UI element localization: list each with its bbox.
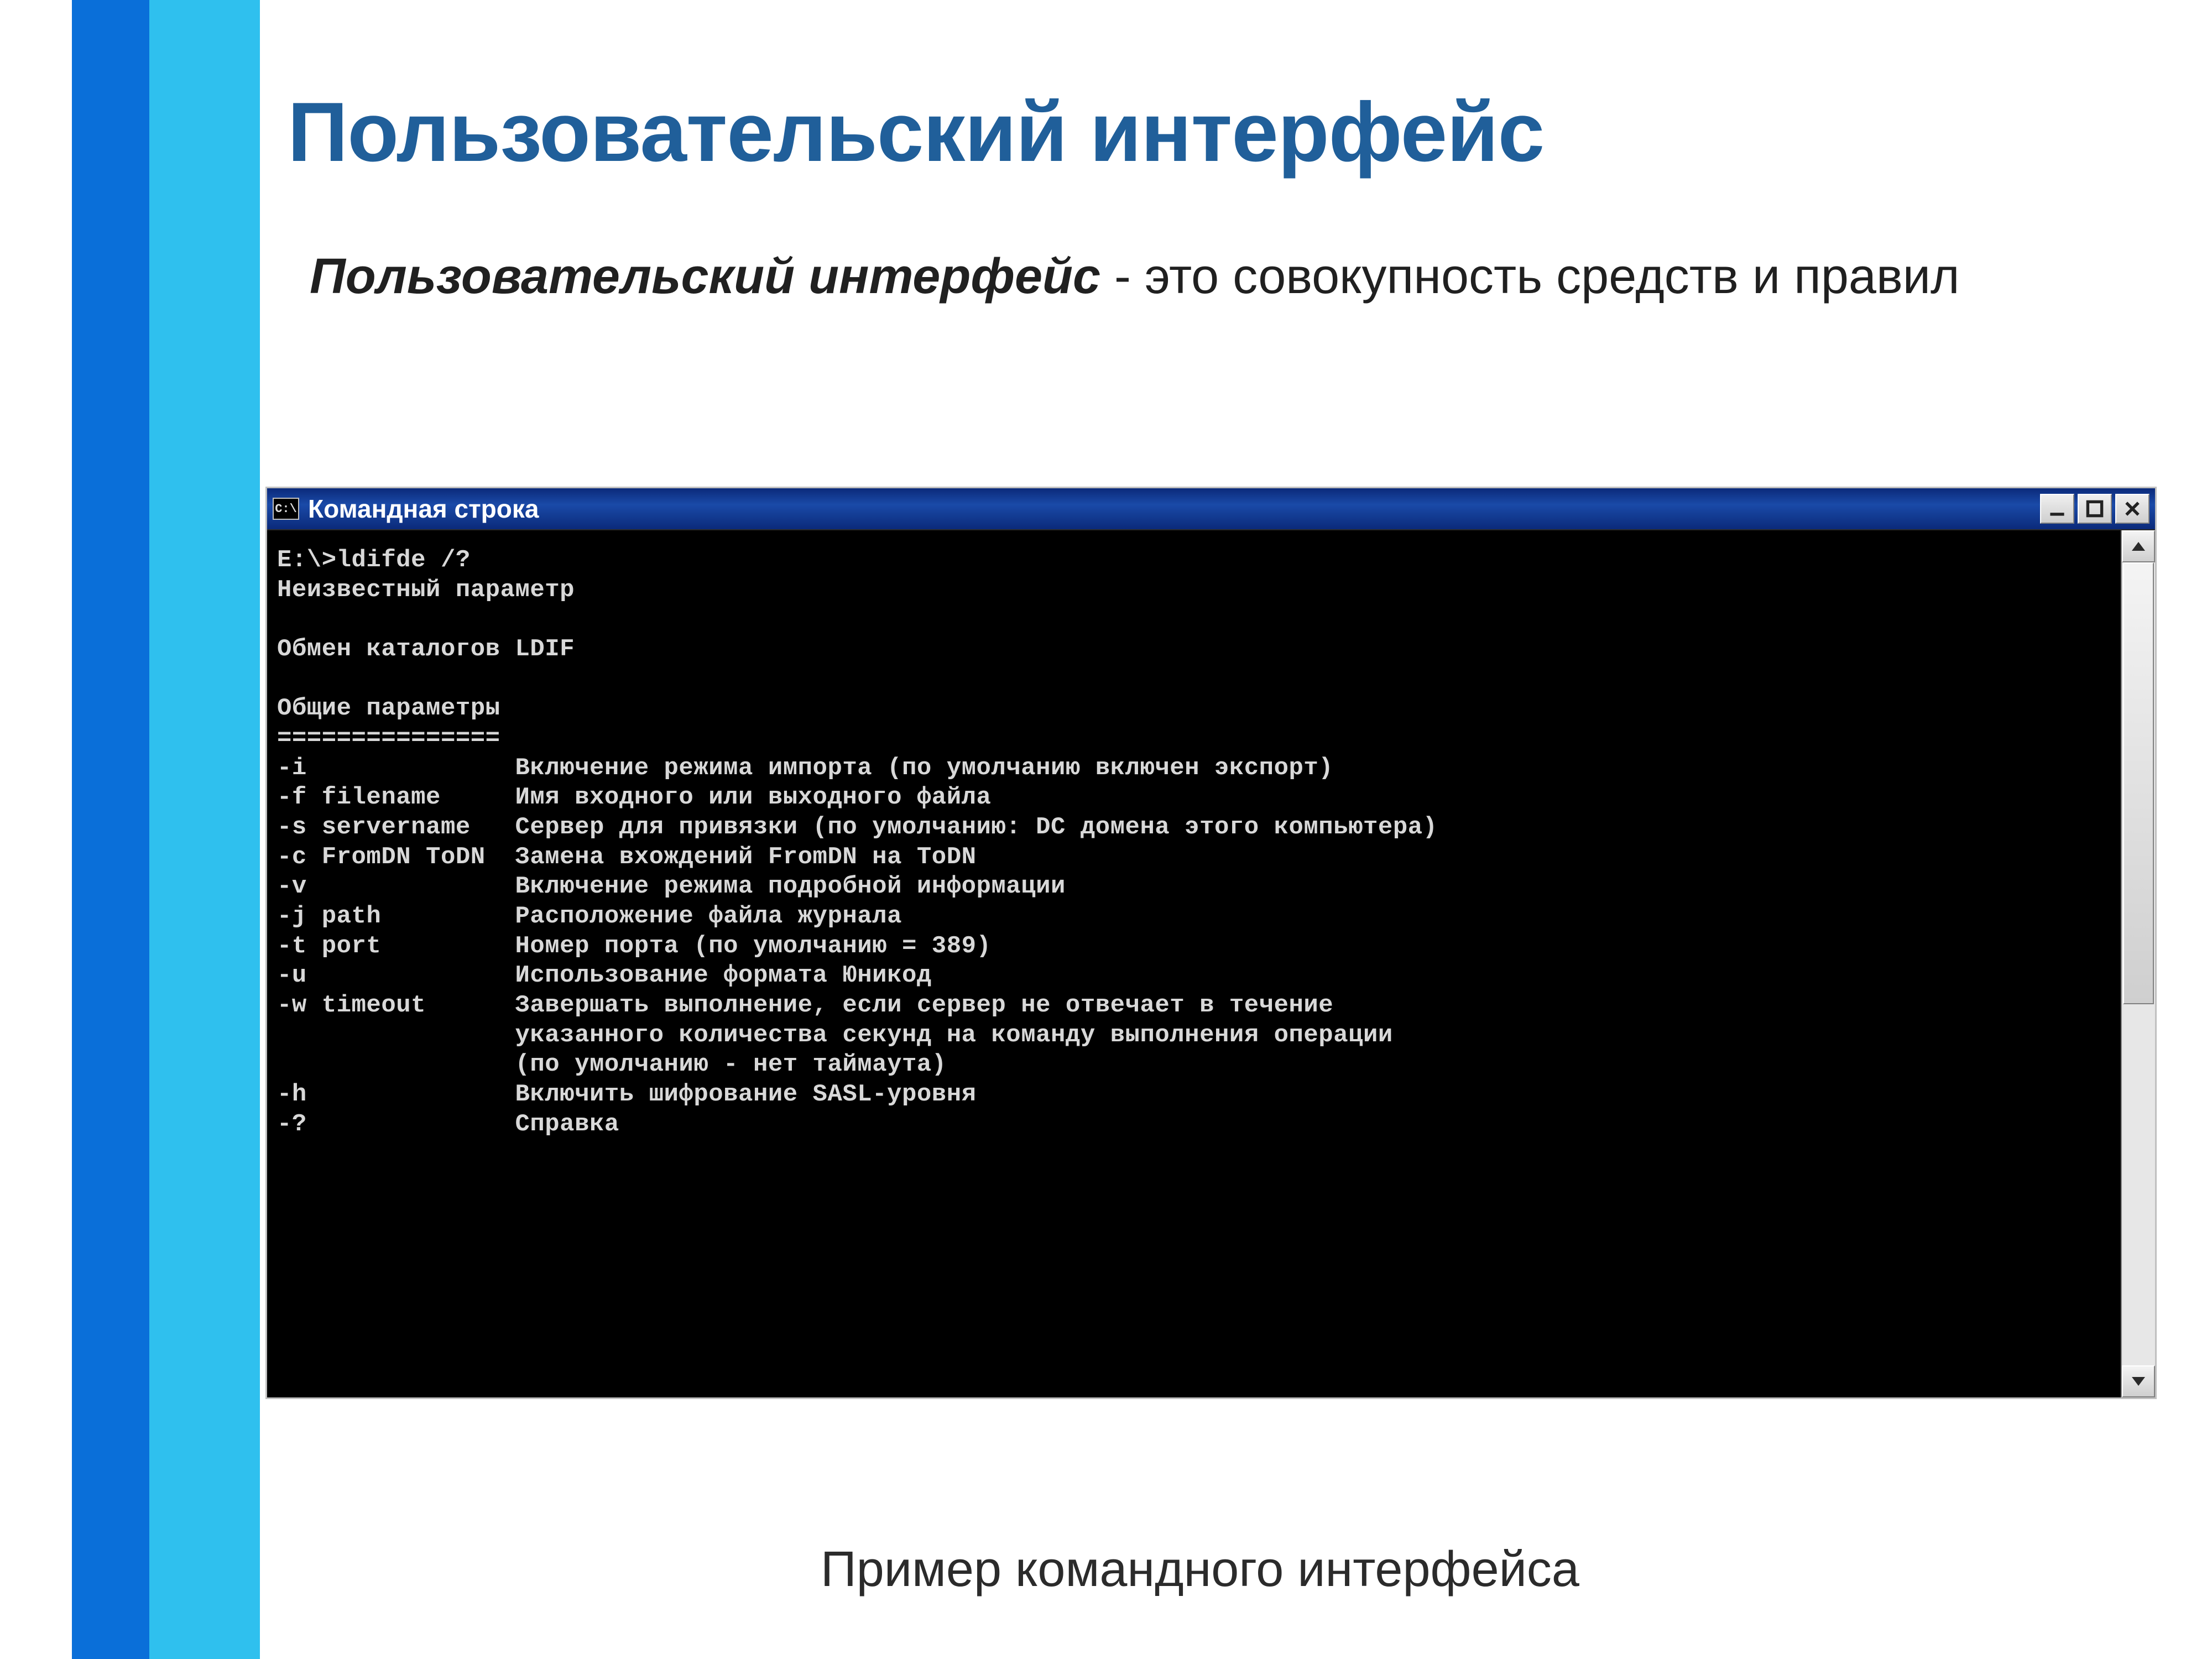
minimize-button[interactable]: [2040, 494, 2074, 524]
slide-accent-bar-dark: [72, 0, 149, 1659]
scroll-down-button[interactable]: [2122, 1365, 2155, 1397]
window-controls: [2040, 494, 2150, 524]
slide-content: Пользовательский интерфейс Пользовательс…: [288, 88, 2157, 310]
chevron-down-icon: [2132, 1377, 2145, 1386]
definition-tail: - это совокупность средств и правил: [1100, 249, 1960, 304]
cmd-icon: C:\: [273, 498, 299, 520]
vertical-scrollbar[interactable]: [2121, 530, 2155, 1397]
scrollbar-track[interactable]: [2122, 562, 2155, 1365]
maximize-icon: [2085, 499, 2105, 519]
close-icon: [2122, 499, 2142, 519]
slide-title: Пользовательский интерфейс: [288, 88, 2157, 177]
close-button[interactable]: [2115, 494, 2150, 524]
slide-accent-bar-light: [149, 0, 260, 1659]
definition-term: Пользовательский интерфейс: [288, 249, 1100, 304]
scroll-up-button[interactable]: [2122, 530, 2155, 562]
terminal-output[interactable]: E:\>ldifde /? Неизвестный параметр Обмен…: [267, 530, 2121, 1397]
maximize-button[interactable]: [2078, 494, 2112, 524]
slide-body-text: Пользовательский интерфейс - это совокуп…: [288, 243, 2057, 311]
scrollbar-thumb[interactable]: [2123, 562, 2154, 1004]
minimize-icon: [2047, 499, 2067, 519]
window-titlebar[interactable]: C:\ Командная строка: [267, 488, 2155, 530]
window-title: Командная строка: [308, 494, 2031, 524]
chevron-up-icon: [2132, 542, 2145, 551]
slide-caption: Пример командного интерфейса: [288, 1541, 2112, 1598]
command-prompt-window: C:\ Командная строка E:\>ldifde /? Неизв…: [265, 487, 2157, 1399]
